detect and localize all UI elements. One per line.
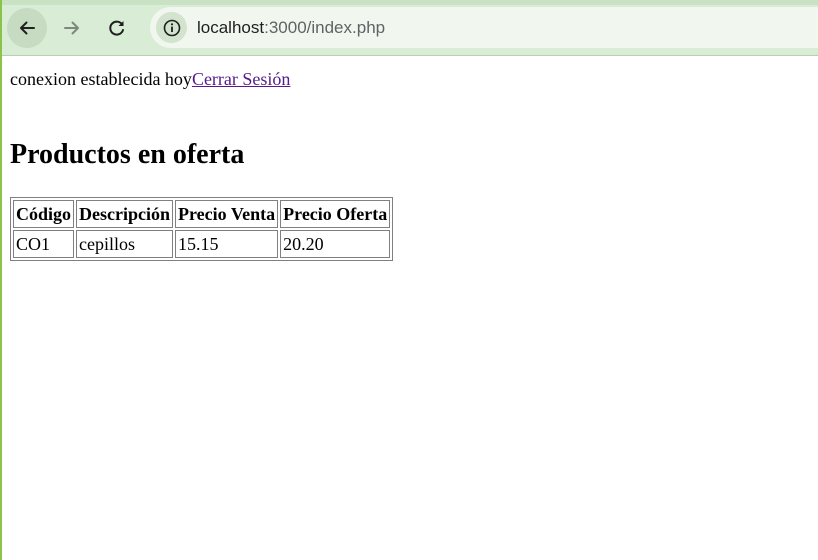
cell-precio-oferta: 20.20 [280,230,391,258]
info-icon [163,19,180,36]
table-row: CO1 cepillos 15.15 20.20 [13,230,391,258]
page-title: Productos en oferta [10,139,245,170]
reload-button[interactable] [97,8,137,48]
column-header-codigo: Código [13,200,75,228]
forward-button[interactable] [52,8,92,48]
site-info-button[interactable] [156,12,187,43]
arrow-right-icon [64,21,79,35]
column-header-precio-venta: Precio Venta [175,200,279,228]
browser-toolbar: localhost:3000/index.php [0,0,818,56]
page-content: conexion establecida hoyCerrar Sesión Pr… [10,56,818,560]
connection-status-text: conexion establecida hoy [10,69,192,89]
logout-link[interactable]: Cerrar Sesión [192,69,290,89]
cell-precio-venta: 15.15 [175,230,279,258]
back-button[interactable] [7,8,47,48]
connection-status: conexion establecida hoyCerrar Sesión [10,68,290,90]
offers-table: Código Descripción Precio Venta Precio O… [10,197,394,261]
cell-codigo: CO1 [13,230,75,258]
reload-icon [109,20,124,36]
address-bar[interactable]: localhost:3000/index.php [150,7,818,48]
window-left-edge [0,0,2,560]
table-header-row: Código Descripción Precio Venta Precio O… [13,200,391,228]
url-text[interactable]: localhost:3000/index.php [197,7,385,48]
column-header-descripcion: Descripción [76,200,173,228]
url-path: :3000/index.php [264,18,386,37]
cell-descripcion: cepillos [76,230,173,258]
url-host: localhost [197,18,265,37]
tab-strip-edge [0,0,818,5]
column-header-precio-oferta: Precio Oferta [280,200,391,228]
arrow-left-icon [20,21,35,35]
